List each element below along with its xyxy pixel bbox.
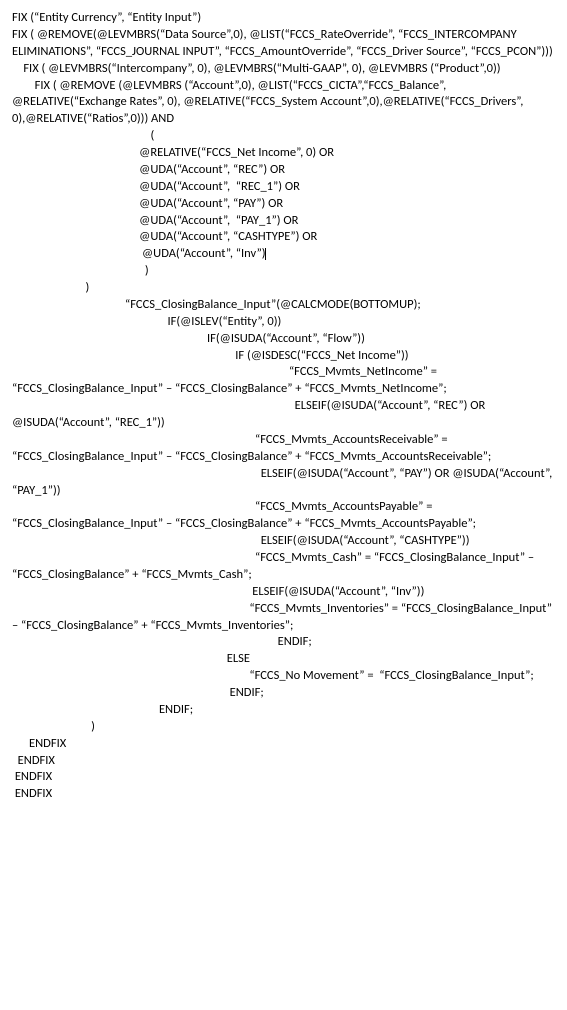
code-line: “FCCS_Mvmts_AccountsReceivable” = “FCCS_… <box>12 432 555 466</box>
code-line: IF(@ISLEV(“Entity”, 0)) <box>12 314 555 331</box>
code-line: ( <box>12 128 555 145</box>
code-line: IF(@ISUDA(“Account”, “Flow”)) <box>12 331 555 348</box>
code-line: ELSE <box>12 651 555 668</box>
code-line: @UDA(“Account”, “REC_1”) OR <box>12 179 555 196</box>
code-line: FIX ( @LEVMBRS(“Intercompany”, 0), @LEVM… <box>12 61 555 78</box>
code-line: ENDFIX <box>12 753 555 770</box>
code-line: @UDA(“Account”, “CASHTYPE”) OR <box>12 229 555 246</box>
code-line: FIX ( @REMOVE (@LEVMBRS (“Account”,0), @… <box>12 78 555 129</box>
code-line: “FCCS_Mvmts_Inventories” = “FCCS_Closing… <box>12 601 555 635</box>
code-line: ENDIF; <box>12 685 555 702</box>
code-line: ELSEIF(@ISUDA(“Account”, “REC”) OR @ISUD… <box>12 398 555 432</box>
text-cursor-icon <box>265 248 266 260</box>
code-line: ELSEIF(@ISUDA(“Account”, “CASHTYPE”)) <box>12 533 555 550</box>
code-line: ENDFIX <box>12 736 555 753</box>
code-line: ENDFIX <box>12 769 555 786</box>
code-text: @UDA(“Account”, “Inv”) <box>12 246 266 261</box>
code-line: @UDA(“Account”, “REC”) OR <box>12 162 555 179</box>
code-line: ELSEIF(@ISUDA(“Account”, “Inv”)) <box>12 584 555 601</box>
code-line: @UDA(“Account”, “PAY_1”) OR <box>12 213 555 230</box>
code-block: FIX (“Entity Currency”, “Entity Input”) … <box>12 10 555 803</box>
code-line: @RELATIVE(“FCCS_Net Income”, 0) OR <box>12 145 555 162</box>
code-line: FIX ( @REMOVE(@LEVMBRS(“Data Source”,0),… <box>12 27 555 61</box>
code-line-with-cursor: @UDA(“Account”, “Inv”) <box>12 246 555 263</box>
code-line: ENDIF; <box>12 634 555 651</box>
code-line: “FCCS_Mvmts_Cash” = “FCCS_ClosingBalance… <box>12 550 555 584</box>
code-line: ENDIF; <box>12 702 555 719</box>
code-line: @UDA(“Account”, “PAY”) OR <box>12 196 555 213</box>
code-line: “FCCS_ClosingBalance_Input”(@CALCMODE(BO… <box>12 297 555 314</box>
code-line: ) <box>12 280 555 297</box>
code-line: ELSEIF(@ISUDA(“Account”, “PAY”) OR @ISUD… <box>12 466 555 500</box>
code-line: ) <box>12 263 555 280</box>
code-line: ENDFIX <box>12 786 555 803</box>
code-line: FIX (“Entity Currency”, “Entity Input”) <box>12 10 555 27</box>
code-line: ) <box>12 719 555 736</box>
code-line: “FCCS_Mvmts_AccountsPayable” = “FCCS_Clo… <box>12 499 555 533</box>
code-line: “FCCS_No Movement” = “FCCS_ClosingBalanc… <box>12 668 555 685</box>
code-line: IF (@ISDESC(“FCCS_Net Income”)) <box>12 348 555 365</box>
code-line: “FCCS_Mvmts_NetIncome” = “FCCS_ClosingBa… <box>12 364 555 398</box>
